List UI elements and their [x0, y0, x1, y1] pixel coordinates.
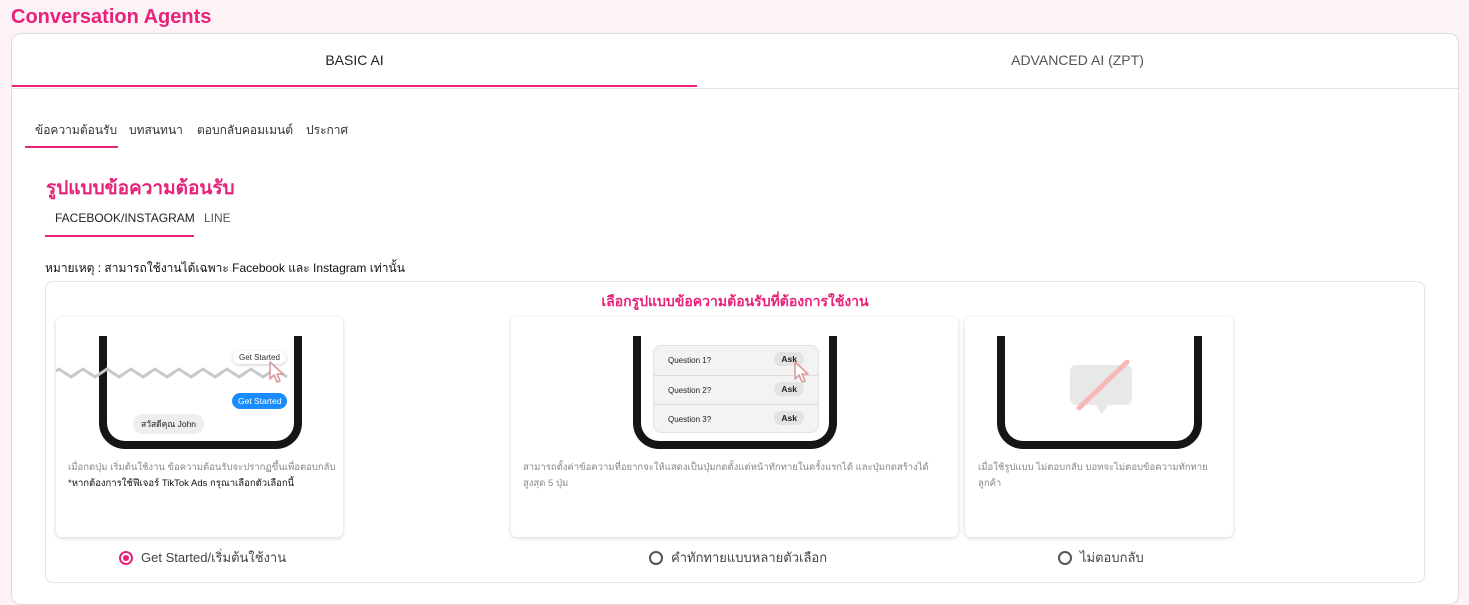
- phone-mockup: [997, 336, 1202, 449]
- radio-no-reply[interactable]: ไม่ตอบกลับ: [1058, 547, 1144, 568]
- question-text: Question 2?: [668, 386, 712, 395]
- cursor-pointer-icon: [269, 361, 284, 383]
- subtab-announcement[interactable]: ประกาศ: [306, 121, 348, 140]
- option-description: สามารถตั้งค่าข้อความที่อยากจะให้แสดงเป็น…: [523, 462, 929, 489]
- radio-get-started[interactable]: Get Started/เริ่มต้นใช้งาน: [119, 547, 286, 568]
- tab-basic-ai[interactable]: BASIC AI: [12, 34, 697, 88]
- subtab-comment-reply[interactable]: ตอบกลับคอมเมนต์: [197, 121, 293, 140]
- question-text: Question 1?: [668, 356, 712, 365]
- radio-multiple-choice[interactable]: คำทักทายแบบหลายตัวเลือก: [649, 547, 827, 568]
- ask-button-preview: Ask: [774, 382, 804, 396]
- tab-advanced-ai[interactable]: ADVANCED AI (ZPT): [697, 34, 1458, 88]
- selector-title: เลือกรูปแบบข้อความต้อนรับที่ต้องการใช้งา…: [601, 293, 869, 309]
- subtab-indicator: [25, 146, 118, 148]
- option-card-get-started[interactable]: Get Started Get Started สวัสดีคุณ John เ…: [56, 317, 343, 537]
- zigzag-divider: [56, 367, 288, 379]
- main-card: BASIC AI ADVANCED AI (ZPT) ข้อความต้อนรั…: [11, 33, 1459, 605]
- cursor-pointer-icon: [794, 361, 809, 383]
- radio-icon[interactable]: [649, 550, 663, 565]
- description-text: เมื่อกดปุ่ม เริ่มต้นใช้งาน ข้อความต้อนรั…: [68, 462, 336, 473]
- option-description: เมื่อใช้รูปแบบ ไม่ตอบกลับ บอทจะไม่ตอบข้อ…: [978, 462, 1208, 489]
- no-message-icon: [1070, 360, 1132, 414]
- question-row: Question 3? Ask: [654, 404, 818, 434]
- radio-label: ไม่ตอบกลับ: [1080, 550, 1144, 565]
- subtab-welcome-message[interactable]: ข้อความต้อนรับ: [35, 121, 117, 140]
- page-title: Conversation Agents: [11, 6, 212, 28]
- section-title: รูปแบบข้อความต้อนรับ: [46, 178, 235, 199]
- main-tabs: BASIC AI ADVANCED AI (ZPT): [12, 34, 1458, 89]
- platform-tab-facebook-instagram[interactable]: FACEBOOK/INSTAGRAM: [55, 211, 195, 225]
- active-tab-indicator: [12, 85, 697, 87]
- radio-icon[interactable]: [1058, 550, 1072, 565]
- note-text: หมายเหตุ : สามารถใช้งานได้เฉพาะ Facebook…: [45, 261, 405, 275]
- radio-icon[interactable]: [119, 550, 133, 565]
- radio-label: คำทักทายแบบหลายตัวเลือก: [671, 550, 828, 565]
- question-list-preview: Question 1? Ask Question 2? Ask Question…: [653, 345, 819, 433]
- platform-tab-line[interactable]: LINE: [204, 211, 231, 225]
- phone-mockup: Question 1? Ask Question 2? Ask Question…: [633, 336, 837, 449]
- platform-tab-indicator: [45, 235, 194, 237]
- description-note: *หากต้องการใช้ฟีเจอร์ TikTok Ads กรุณาเล…: [68, 478, 295, 489]
- phone-mockup: Get Started Get Started สวัสดีคุณ John: [56, 336, 302, 449]
- welcome-type-selector: เลือกรูปแบบข้อความต้อนรับที่ต้องการใช้งา…: [45, 281, 1425, 583]
- option-card-no-reply[interactable]: เมื่อใช้รูปแบบ ไม่ตอบกลับ บอทจะไม่ตอบข้อ…: [965, 317, 1233, 537]
- question-text: Question 3?: [668, 415, 712, 424]
- option-card-multiple-choice[interactable]: Question 1? Ask Question 2? Ask Question…: [511, 317, 958, 537]
- radio-label: Get Started/เริ่มต้นใช้งาน: [141, 550, 287, 565]
- get-started-button-preview: Get Started: [232, 393, 288, 409]
- subtab-conversation[interactable]: บทสนทนา: [129, 121, 183, 140]
- ask-button-preview: Ask: [774, 411, 804, 425]
- greeting-bubble: สวัสดีคุณ John: [133, 414, 205, 434]
- option-description: เมื่อกดปุ่ม เริ่มต้นใช้งาน ข้อความต้อนรั…: [68, 460, 336, 492]
